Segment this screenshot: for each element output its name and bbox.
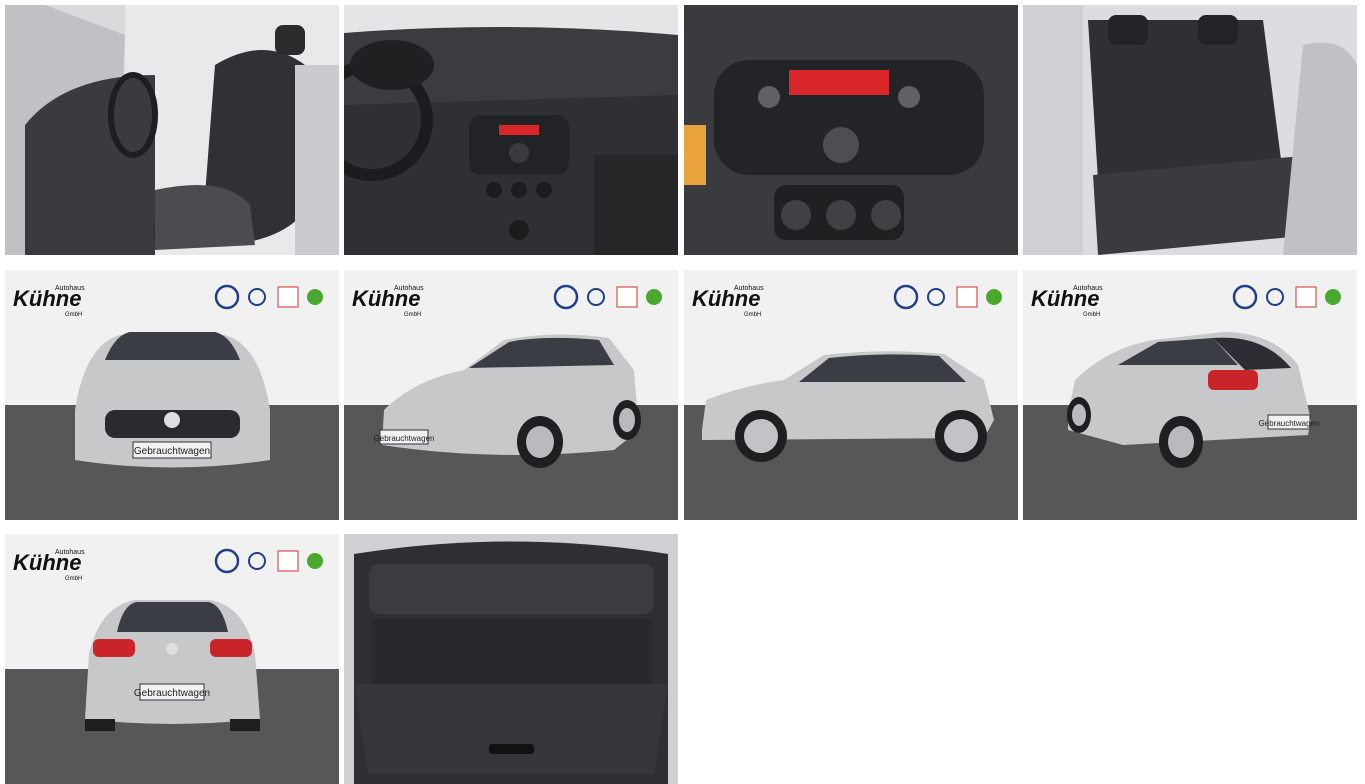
skoda-logo-icon	[986, 289, 1002, 305]
svg-text:Autohaus: Autohaus	[1073, 285, 1103, 292]
audi-logo-icon	[277, 550, 299, 572]
photo-car-rear-icon: Kühne Autohaus GmbH Gebrauchtwagen	[5, 534, 339, 784]
photo-car-rear-angle-icon: Kühne Autohaus GmbH Gebrauchtwagen	[1023, 270, 1357, 520]
photo-car-front-icon: Kühne Autohaus GmbH Gebrauchtwagen	[5, 270, 339, 520]
audi-logo-icon	[956, 286, 978, 308]
svg-text:Autohaus: Autohaus	[55, 285, 85, 292]
gallery-photo-car-rear[interactable]: Kühne Autohaus GmbH Gebrauchtwagen	[5, 534, 339, 784]
gallery-photo-console[interactable]	[684, 5, 1018, 255]
audi-logo-icon	[1295, 286, 1317, 308]
svg-text:Autohaus: Autohaus	[734, 285, 764, 292]
photo-console-icon	[684, 5, 1018, 255]
gallery-photo-interior-seat[interactable]	[5, 5, 339, 255]
photo-rear-seats-icon	[1023, 5, 1357, 255]
gallery-photo-car-side[interactable]: Kühne Autohaus GmbH	[684, 270, 1018, 520]
photo-gallery: Kühne Autohaus GmbH Gebrauchtwagen Kühne…	[0, 0, 1365, 784]
svg-text:GmbH: GmbH	[404, 312, 421, 318]
gallery-photo-rear-seats[interactable]	[1023, 5, 1357, 255]
svg-text:Gebrauchtwagen: Gebrauchtwagen	[134, 446, 210, 457]
skoda-logo-icon	[646, 289, 662, 305]
svg-text:Autohaus: Autohaus	[55, 549, 85, 556]
gallery-photo-car-front[interactable]: Kühne Autohaus GmbH Gebrauchtwagen	[5, 270, 339, 520]
audi-logo-icon	[616, 286, 638, 308]
skoda-logo-icon	[1325, 289, 1341, 305]
svg-text:GmbH: GmbH	[1083, 312, 1100, 318]
svg-text:Gebrauchtwagen: Gebrauchtwagen	[134, 688, 210, 699]
gallery-photo-car-rear-angle[interactable]: Kühne Autohaus GmbH Gebrauchtwagen	[1023, 270, 1357, 520]
photo-car-front-angle-icon: Kühne Autohaus GmbH Gebrauchtwagen	[344, 270, 678, 520]
svg-text:GmbH: GmbH	[65, 576, 82, 582]
svg-text:GmbH: GmbH	[65, 312, 82, 318]
svg-text:Gebrauchtwagen: Gebrauchtwagen	[374, 434, 435, 443]
gallery-photo-trunk[interactable]	[344, 534, 678, 784]
photo-dashboard-icon	[344, 5, 678, 255]
photo-car-side-icon: Kühne Autohaus GmbH	[684, 270, 1018, 520]
photo-interior-seat-icon	[5, 5, 339, 255]
svg-text:Autohaus: Autohaus	[394, 285, 424, 292]
gallery-photo-car-front-angle[interactable]: Kühne Autohaus GmbH Gebrauchtwagen	[344, 270, 678, 520]
svg-text:GmbH: GmbH	[744, 312, 761, 318]
gallery-photo-dashboard[interactable]	[344, 5, 678, 255]
photo-trunk-icon	[344, 534, 678, 784]
audi-logo-icon	[277, 286, 299, 308]
skoda-logo-icon	[307, 553, 323, 569]
svg-text:Gebrauchtwagen: Gebrauchtwagen	[1259, 419, 1320, 428]
skoda-logo-icon	[307, 289, 323, 305]
